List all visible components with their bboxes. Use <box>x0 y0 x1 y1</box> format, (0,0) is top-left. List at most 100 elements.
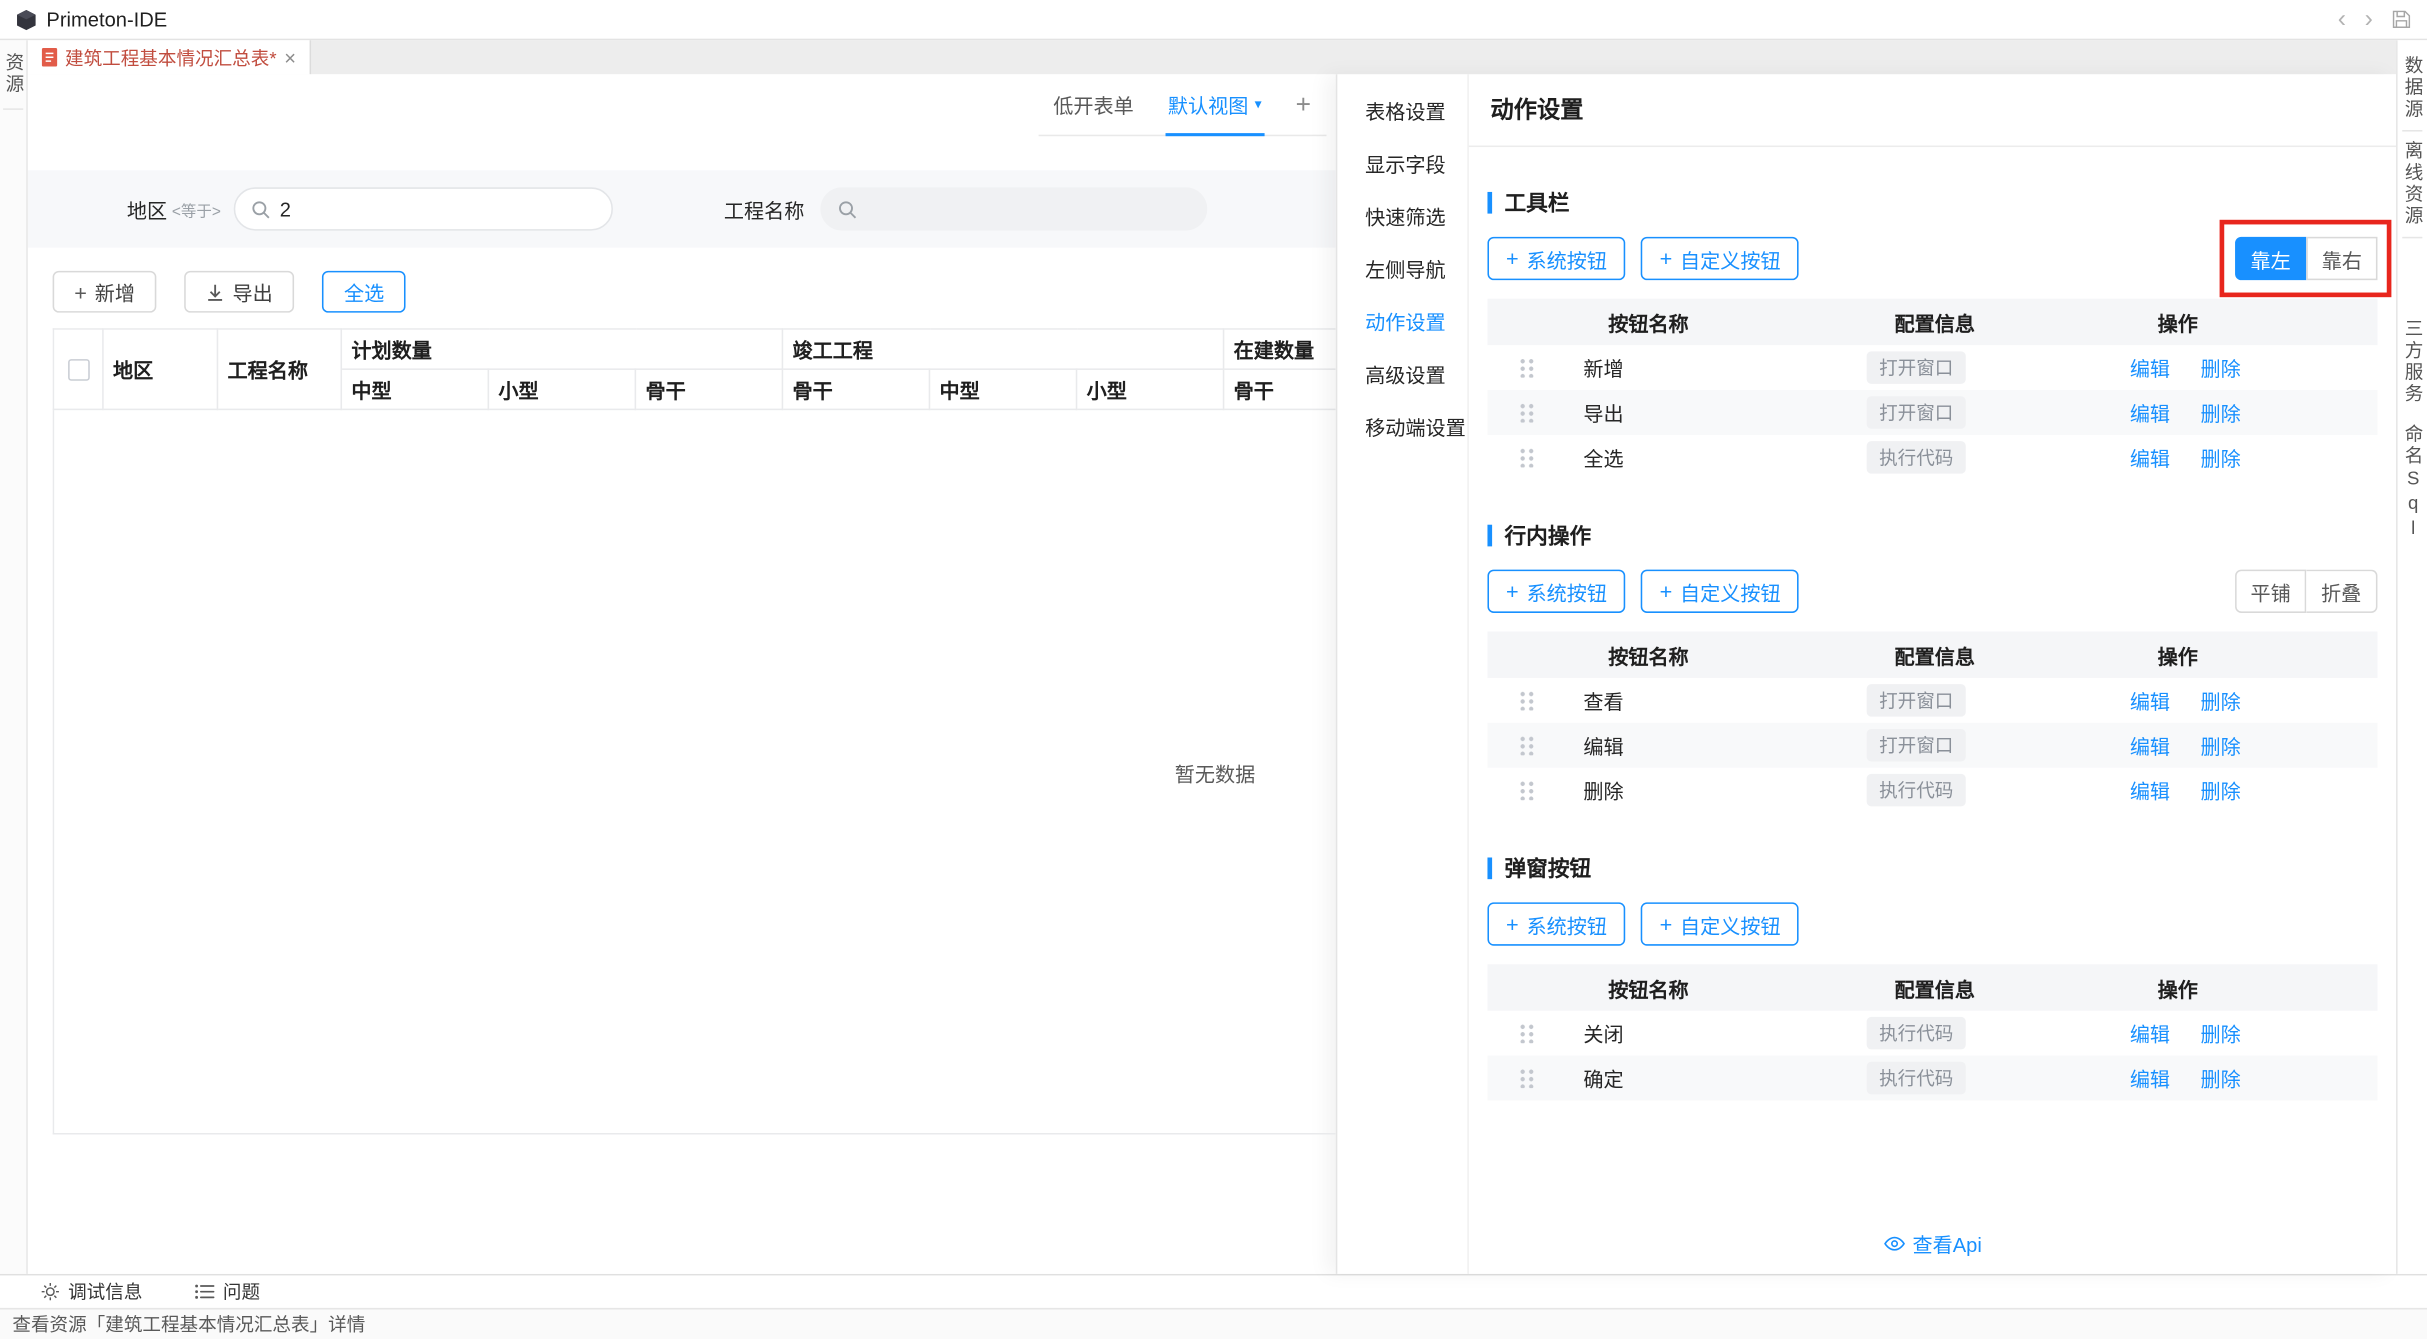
sidebar-item-datasource[interactable]: 数据源 <box>2402 46 2422 131</box>
edit-link[interactable]: 编辑 <box>2130 690 2170 713</box>
drag-handle-icon[interactable] <box>1518 402 1535 422</box>
document-icon <box>42 48 57 67</box>
column-header[interactable]: 中型 <box>341 369 488 409</box>
close-icon[interactable]: × <box>284 46 296 69</box>
drag-handle-icon[interactable] <box>1518 780 1535 800</box>
view-api-link[interactable]: 查看Api <box>1469 1229 2396 1258</box>
export-button[interactable]: 导出 <box>185 271 295 313</box>
project-search-box[interactable] <box>820 187 1207 230</box>
region-filter-operator[interactable]: <等于> <box>172 197 221 220</box>
nav-item-display-fields[interactable]: 显示字段 <box>1337 139 1467 192</box>
select-all-checkbox[interactable] <box>67 360 89 382</box>
add-button[interactable]: + 新增 <box>53 271 157 313</box>
delete-link[interactable]: 删除 <box>2200 690 2240 713</box>
tab-default-view[interactable]: 默认视图 ▾ <box>1168 74 1262 134</box>
edit-link[interactable]: 编辑 <box>2130 447 2170 470</box>
config-badge: 执行代码 <box>1867 774 1966 807</box>
debug-info-label: 调试信息 <box>68 1279 142 1305</box>
tab-report[interactable]: 建筑工程基本情况汇总表* × <box>28 40 312 74</box>
system-button-add[interactable]: + 系统按钮 <box>1487 570 1625 613</box>
drag-handle-icon[interactable] <box>1518 1023 1535 1043</box>
add-view-button[interactable]: + <box>1296 89 1311 120</box>
button-name: 新增 <box>1565 353 1851 382</box>
column-group-planned[interactable]: 计划数量 <box>341 329 782 369</box>
section-toolbar: 工具栏 + 系统按钮 + 自定义按钮 <box>1469 187 2396 480</box>
column-header[interactable]: 小型 <box>1077 369 1224 409</box>
custom-button-add[interactable]: + 自定义按钮 <box>1641 570 1799 613</box>
plus-icon: + <box>1506 912 1519 937</box>
delete-link[interactable]: 删除 <box>2200 358 2240 381</box>
back-icon[interactable]: ‹ <box>2338 7 2346 32</box>
column-group-inprogress[interactable]: 在建数量 <box>1224 329 1336 369</box>
nav-item-left-nav[interactable]: 左侧导航 <box>1337 245 1467 298</box>
button-name: 确定 <box>1565 1063 1851 1092</box>
sidebar-item-thirdparty-services[interactable]: 三方服务 <box>2402 310 2422 415</box>
delete-link[interactable]: 删除 <box>2200 1068 2240 1091</box>
column-header-region[interactable]: 地区 <box>103 329 218 409</box>
edit-link[interactable]: 编辑 <box>2130 1068 2170 1091</box>
drag-handle-icon[interactable] <box>1518 447 1535 467</box>
column-header-project[interactable]: 工程名称 <box>217 329 341 409</box>
header-operations: 操作 <box>2114 973 2377 1002</box>
custom-button-add[interactable]: + 自定义按钮 <box>1641 902 1799 945</box>
nav-item-action-settings[interactable]: 动作设置 <box>1337 297 1467 350</box>
column-header[interactable]: 骨干 <box>635 369 782 409</box>
save-icon[interactable] <box>2391 9 2411 29</box>
settings-panel: 表格设置 显示字段 快速筛选 左侧导航 动作设置 高级设置 移动端设置 动作设置 <box>1336 74 2396 1274</box>
drag-handle-icon[interactable] <box>1518 1068 1535 1088</box>
column-header[interactable]: 小型 <box>488 369 635 409</box>
plus-icon: + <box>74 279 87 304</box>
table-header-row: 按钮名称 配置信息 操作 <box>1487 632 2377 678</box>
nav-item-mobile-settings[interactable]: 移动端设置 <box>1337 402 1467 455</box>
system-button-label: 系统按钮 <box>1526 909 1607 938</box>
region-filter-input[interactable] <box>280 197 596 220</box>
debug-info-button[interactable]: 调试信息 <box>40 1279 142 1305</box>
search-icon <box>837 199 857 219</box>
edit-link[interactable]: 编辑 <box>2130 358 2170 381</box>
forward-icon[interactable]: › <box>2365 7 2373 32</box>
sidebar-item-resources[interactable]: 资源 <box>3 50 23 110</box>
table-row: 编辑 打开窗口 编辑 删除 <box>1487 723 2377 768</box>
section-inline-actions: 行内操作 + 系统按钮 + 自定义按钮 <box>1469 520 2396 813</box>
edit-link[interactable]: 编辑 <box>2130 735 2170 758</box>
plus-icon: + <box>1506 579 1519 604</box>
button-name: 删除 <box>1565 775 1851 804</box>
align-right-toggle[interactable]: 靠右 <box>2306 237 2377 280</box>
sidebar-item-offline-resources[interactable]: 离线资源 <box>2402 132 2422 239</box>
region-search-box[interactable] <box>233 187 612 230</box>
column-header[interactable]: 骨干 <box>782 369 929 409</box>
system-button-add[interactable]: + 系统按钮 <box>1487 902 1625 945</box>
column-header[interactable]: 骨干 <box>1224 369 1336 409</box>
edit-link[interactable]: 编辑 <box>2130 780 2170 803</box>
nav-item-advanced-settings[interactable]: 高级设置 <box>1337 350 1467 403</box>
button-name: 全选 <box>1565 443 1851 472</box>
column-group-completed[interactable]: 竣工工程 <box>782 329 1223 369</box>
delete-link[interactable]: 删除 <box>2200 447 2240 470</box>
tile-toggle[interactable]: 平铺 <box>2235 570 2306 613</box>
edit-link[interactable]: 编辑 <box>2130 1023 2170 1046</box>
nav-item-table-settings[interactable]: 表格设置 <box>1337 87 1467 140</box>
system-button-label: 系统按钮 <box>1526 577 1607 606</box>
default-view-label: 默认视图 <box>1168 90 1249 119</box>
plus-icon: + <box>1660 912 1673 937</box>
data-grid: 地区 工程名称 计划数量 竣工工程 在建数量 中型 小型 骨干 骨干 <box>53 328 1336 1134</box>
delete-link[interactable]: 删除 <box>2200 735 2240 758</box>
nav-item-quick-filter[interactable]: 快速筛选 <box>1337 192 1467 245</box>
delete-link[interactable]: 删除 <box>2200 402 2240 425</box>
fold-toggle[interactable]: 折叠 <box>2306 570 2377 613</box>
project-filter-input[interactable] <box>866 197 1189 220</box>
tab-lowcode-form[interactable]: 低开表单 <box>1053 90 1134 119</box>
delete-link[interactable]: 删除 <box>2200 1023 2240 1046</box>
drag-handle-icon[interactable] <box>1518 735 1535 755</box>
align-left-toggle[interactable]: 靠左 <box>2235 237 2306 280</box>
system-button-add[interactable]: + 系统按钮 <box>1487 237 1625 280</box>
delete-link[interactable]: 删除 <box>2200 780 2240 803</box>
column-header[interactable]: 中型 <box>929 369 1076 409</box>
problems-button[interactable]: 问题 <box>195 1279 260 1305</box>
edit-link[interactable]: 编辑 <box>2130 402 2170 425</box>
drag-handle-icon[interactable] <box>1518 358 1535 378</box>
sidebar-item-named-sql[interactable]: 命名Sql <box>2402 415 2422 551</box>
drag-handle-icon[interactable] <box>1518 690 1535 710</box>
custom-button-add[interactable]: + 自定义按钮 <box>1641 237 1799 280</box>
select-all-button[interactable]: 全选 <box>322 271 406 313</box>
